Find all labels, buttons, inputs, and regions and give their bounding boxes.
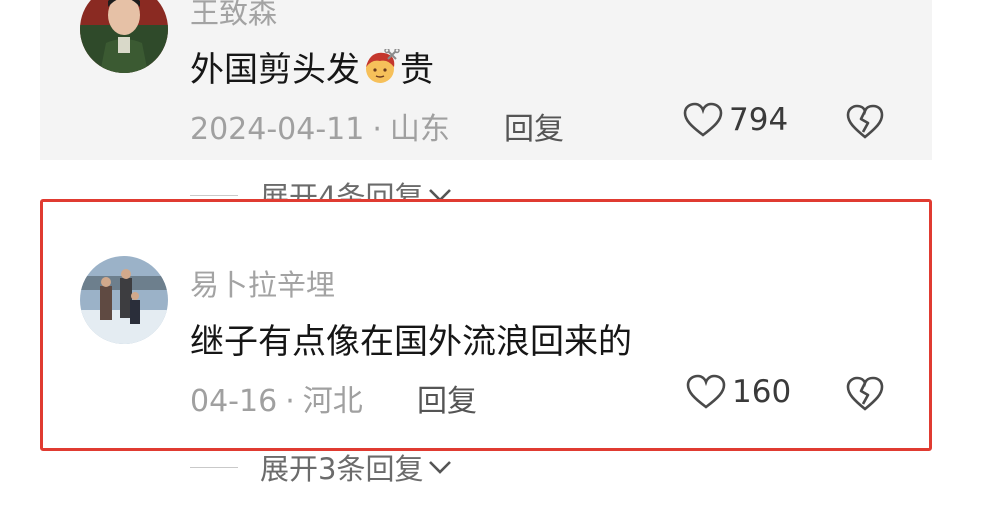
username[interactable]: 王致森 — [190, 0, 277, 32]
comment-location: 河北 — [302, 384, 363, 419]
divider — [190, 194, 238, 196]
avatar[interactable] — [80, 0, 168, 73]
dislike-button[interactable] — [846, 376, 884, 412]
comment-text: 外国剪头发 贵 — [190, 47, 434, 90]
comment-date: 04-16 — [190, 384, 278, 419]
broken-heart-icon — [846, 104, 884, 139]
like-count: 794 — [729, 102, 789, 138]
heart-icon — [686, 374, 726, 409]
comment-text: 继子有点像在国外流浪回来的 — [190, 322, 632, 362]
expand-replies-button[interactable]: 展开3条回复 — [190, 446, 453, 488]
reply-button[interactable]: 回复 — [504, 104, 564, 148]
comment-meta: 2024-04-11 · 山东 — [190, 112, 450, 147]
like-button[interactable]: 794 — [683, 102, 788, 138]
heart-icon — [683, 102, 723, 137]
avatar[interactable] — [80, 256, 168, 344]
like-button[interactable]: 160 — [686, 374, 791, 410]
divider — [190, 466, 238, 468]
comment-date: 2024-04-11 — [190, 112, 365, 147]
reply-button[interactable]: 回复 — [417, 376, 477, 420]
chevron-down-icon — [429, 461, 452, 474]
username[interactable]: 易卜拉辛埋 — [190, 262, 335, 304]
comment-meta: 04-16 · 河北 — [190, 384, 363, 419]
comment-item: 王致森 外国剪头发 贵 2024-04-11 · 山东 回复 794 — [40, 0, 932, 160]
haircut-emoji-icon — [360, 47, 400, 87]
like-count: 160 — [732, 374, 792, 410]
dislike-button[interactable] — [846, 104, 884, 140]
broken-heart-icon — [846, 376, 884, 411]
comment-location: 山东 — [389, 112, 450, 147]
comment-item: 易卜拉辛埋 继子有点像在国外流浪回来的 04-16 · 河北 回复 160 — [40, 200, 932, 450]
